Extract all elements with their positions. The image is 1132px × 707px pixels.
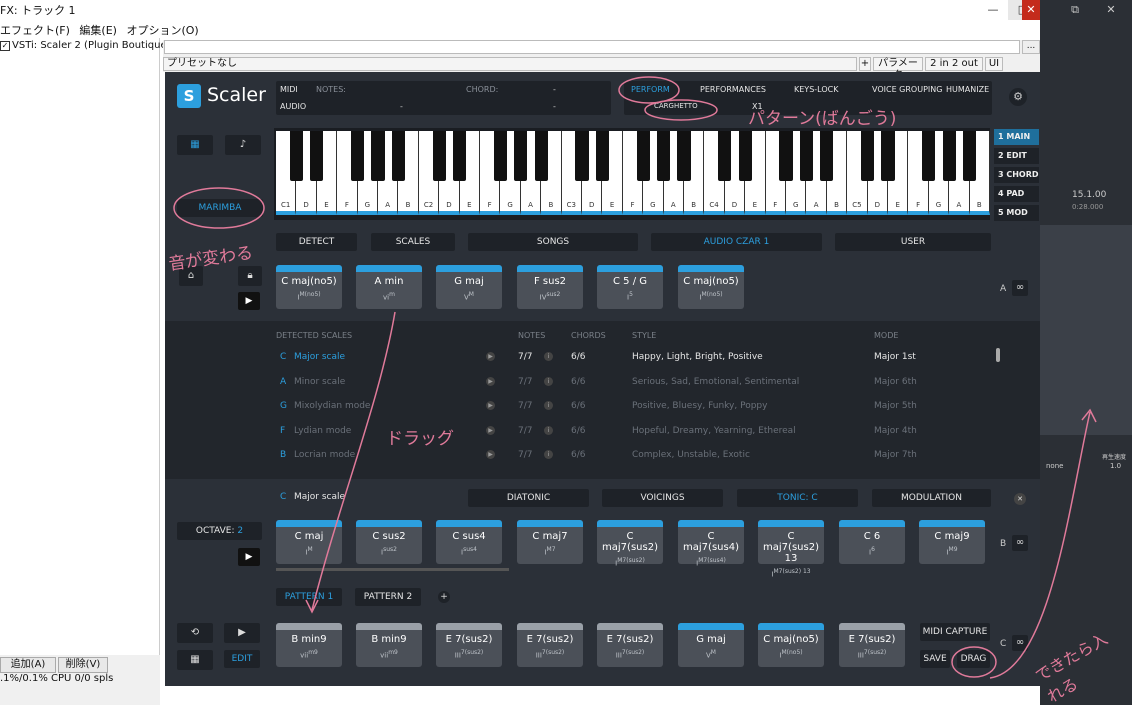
- carghetto-circle: [644, 99, 718, 121]
- drag-circle: [951, 646, 997, 678]
- annotation-pattern: パターン(ばんごう): [748, 109, 897, 129]
- insert-arrow: [989, 411, 1091, 679]
- annotation-overlay: [173, 76, 1097, 679]
- annotation-drag: ドラッグ: [386, 429, 454, 449]
- sound-circle: [173, 187, 265, 229]
- drag-arrow: [311, 311, 396, 611]
- drag-arrowhead: [305, 599, 319, 614]
- perform-circle: [618, 76, 680, 104]
